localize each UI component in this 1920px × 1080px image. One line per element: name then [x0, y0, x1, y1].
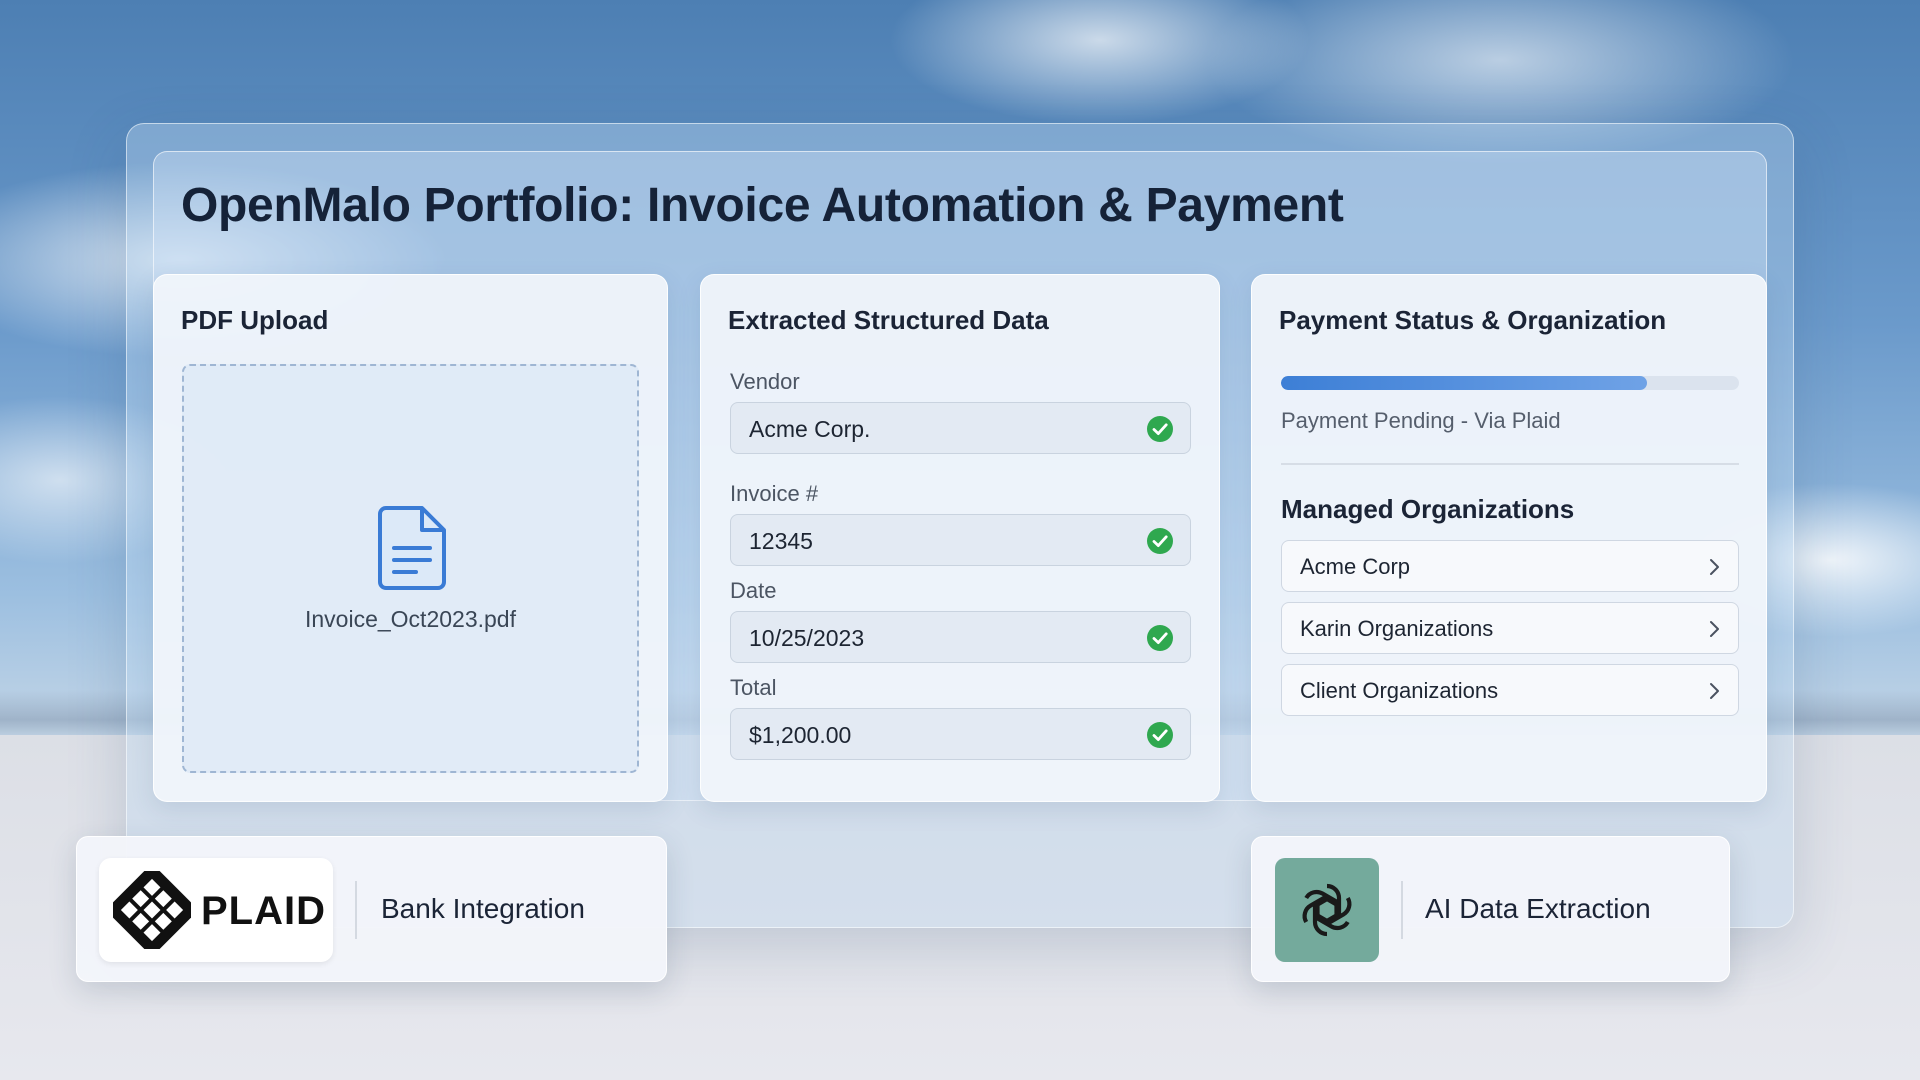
chevron-right-icon: [1710, 559, 1719, 575]
ai-extraction-card[interactable]: AI Data Extraction: [1251, 836, 1730, 982]
extracted-data-card: Extracted Structured Data Vendor Acme Co…: [700, 274, 1220, 802]
payment-status-text: Payment Pending - Via Plaid: [1281, 408, 1561, 433]
bank-integration-label: Bank Integration: [381, 893, 585, 924]
invoice-number-label: Invoice #: [730, 481, 819, 506]
openai-icon: [1302, 883, 1352, 937]
plaid-logo: PLAID: [99, 858, 333, 962]
payment-progress-bar: [1281, 376, 1739, 390]
ai-logo: [1275, 858, 1379, 962]
org-item-karin-organizations[interactable]: Karin Organizations: [1281, 602, 1739, 654]
date-value: 10/25/2023: [749, 625, 865, 651]
check-circle-icon: [1147, 625, 1173, 651]
total-field[interactable]: $1,200.00: [730, 708, 1191, 760]
payment-status-card: Payment Status & Organization Payment Pe…: [1251, 274, 1767, 802]
vertical-separator: [355, 881, 357, 939]
extracted-data-title: Extracted Structured Data: [728, 305, 1049, 335]
pdf-upload-title: PDF Upload: [181, 305, 329, 335]
invoice-number-value: 12345: [749, 528, 813, 554]
payment-progress-fill: [1281, 376, 1648, 390]
plaid-logo-text: PLAID: [201, 889, 326, 933]
section-divider: [1281, 463, 1739, 465]
org-item-label: Acme Corp: [1300, 554, 1411, 579]
vertical-separator: [1401, 881, 1403, 939]
plaid-integration-card[interactable]: PLAID Bank Integration: [76, 836, 667, 982]
vendor-value: Acme Corp.: [749, 416, 871, 442]
payment-status-title: Payment Status & Organization: [1279, 305, 1667, 335]
ai-extraction-label: AI Data Extraction: [1425, 893, 1651, 924]
pdf-dropzone[interactable]: Invoice_Oct2023.pdf: [182, 364, 639, 773]
vendor-label: Vendor: [730, 369, 800, 394]
org-item-label: Karin Organizations: [1300, 616, 1494, 641]
org-item-label: Client Organizations: [1300, 678, 1499, 703]
org-item-client-organizations[interactable]: Client Organizations: [1281, 664, 1739, 716]
org-item-acme-corp[interactable]: Acme Corp: [1281, 540, 1739, 592]
vendor-field[interactable]: Acme Corp.: [730, 402, 1191, 454]
date-label: Date: [730, 578, 777, 603]
total-value: $1,200.00: [749, 722, 852, 748]
plaid-logo-icon: [113, 871, 191, 949]
date-field[interactable]: 10/25/2023: [730, 611, 1191, 663]
check-circle-icon: [1147, 416, 1173, 442]
uploaded-file-name[interactable]: Invoice_Oct2023.pdf: [184, 606, 637, 633]
chevron-right-icon: [1710, 621, 1719, 637]
managed-organizations-heading: Managed Organizations: [1281, 494, 1575, 524]
total-label: Total: [730, 675, 777, 700]
document-icon: [378, 506, 446, 590]
invoice-number-field[interactable]: 12345: [730, 514, 1191, 566]
check-circle-icon: [1147, 528, 1173, 554]
pdf-upload-card: PDF Upload Invoice_Oct2023.pdf: [153, 274, 668, 802]
page-title: OpenMalo Portfolio: Invoice Automation &…: [181, 179, 1344, 232]
chevron-right-icon: [1710, 683, 1719, 699]
check-circle-icon: [1147, 722, 1173, 748]
